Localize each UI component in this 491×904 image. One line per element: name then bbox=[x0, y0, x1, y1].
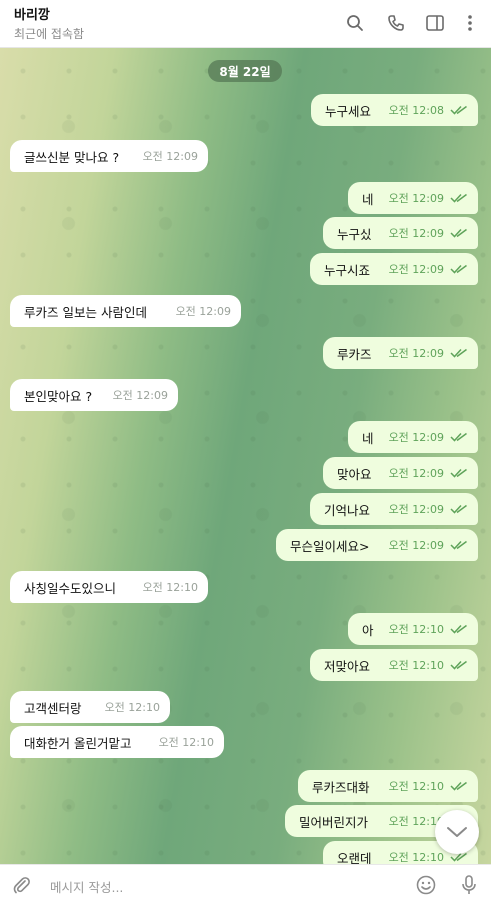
message-time: 오전 12:10 bbox=[388, 780, 444, 793]
phone-icon[interactable] bbox=[385, 12, 407, 34]
double-check-icon bbox=[450, 624, 467, 634]
message-text: 누구세요 bbox=[325, 103, 372, 119]
message-time: 오전 12:09 bbox=[388, 467, 444, 480]
message-time: 오전 12:09 bbox=[175, 305, 231, 318]
contact-name[interactable]: 바리깡 bbox=[14, 4, 50, 23]
chat-area[interactable]: 8월 22일 누구세요 오전 12:08 글쓰신분 맞나요 ? 오전 12:09 네 오전… bbox=[0, 48, 491, 864]
message-text: 사칭일수도있으니 bbox=[24, 580, 117, 596]
message-text: 본인맞아요 ? bbox=[24, 388, 93, 404]
double-check-icon bbox=[450, 504, 467, 514]
outgoing-message[interactable]: 맞아요 오전 12:09 bbox=[323, 457, 478, 489]
message-text: 루카즈대화 bbox=[312, 779, 370, 795]
sidebar-icon[interactable] bbox=[424, 12, 446, 34]
outgoing-message[interactable]: 기억나요 오전 12:09 bbox=[310, 493, 478, 525]
date-separator: 8월 22일 bbox=[208, 60, 282, 82]
message-time: 오전 12:09 bbox=[142, 150, 198, 163]
incoming-message[interactable]: 본인맞아요 ? 오전 12:09 bbox=[10, 379, 178, 411]
message-time: 오전 12:09 bbox=[388, 431, 444, 444]
message-time: 오전 12:10 bbox=[388, 659, 444, 672]
message-text: 저맞아요 bbox=[324, 658, 371, 674]
incoming-message[interactable]: 글쓰신분 맞나요 ? 오전 12:09 bbox=[10, 140, 208, 172]
double-check-icon bbox=[450, 540, 467, 550]
double-check-icon bbox=[450, 228, 467, 238]
attach-icon[interactable] bbox=[10, 874, 32, 896]
message-text: 누구싰 bbox=[337, 226, 372, 242]
chat-header: 바리깡 최근에 접속함 bbox=[0, 0, 491, 48]
message-text: 대화한거 올린거맡고 bbox=[24, 735, 132, 751]
message-time: 오전 12:10 bbox=[158, 736, 214, 749]
message-text: 누구시죠 bbox=[324, 262, 371, 278]
message-text: 아 bbox=[362, 622, 374, 638]
outgoing-message[interactable]: 저맞아요 오전 12:10 bbox=[310, 649, 478, 681]
message-time: 오전 12:09 bbox=[388, 347, 444, 360]
outgoing-message[interactable]: 네 오전 12:09 bbox=[348, 421, 478, 453]
message-text: 네 bbox=[362, 430, 374, 446]
chevron-down-icon bbox=[447, 827, 467, 837]
message-text: 오랜데 bbox=[337, 850, 372, 865]
double-check-icon bbox=[450, 432, 467, 442]
message-input[interactable]: 메시지 작성... bbox=[50, 877, 123, 896]
double-check-icon bbox=[450, 660, 467, 670]
message-text: 루카즈 bbox=[337, 346, 372, 362]
emoji-icon[interactable] bbox=[415, 874, 437, 896]
message-time: 오전 12:09 bbox=[388, 192, 444, 205]
incoming-message[interactable]: 사칭일수도있으니 오전 12:10 bbox=[10, 571, 208, 603]
outgoing-message[interactable]: 누구싰 오전 12:09 bbox=[323, 217, 478, 249]
message-text: 네 bbox=[362, 191, 374, 207]
message-time: 오전 12:08 bbox=[388, 104, 444, 117]
incoming-message[interactable]: 루카즈 일보는 사람인데 오전 12:09 bbox=[10, 295, 241, 327]
mic-icon[interactable] bbox=[458, 874, 480, 896]
outgoing-message[interactable]: 누구세요 오전 12:08 bbox=[311, 94, 478, 126]
message-text: 루카즈 일보는 사람인데 bbox=[24, 304, 147, 320]
message-text: 글쓰신분 맞나요 ? bbox=[24, 149, 120, 165]
outgoing-message[interactable]: 네 오전 12:09 bbox=[348, 182, 478, 214]
outgoing-message[interactable]: 아 오전 12:10 bbox=[348, 613, 478, 645]
double-check-icon bbox=[450, 193, 467, 203]
message-text: 무슨일이세요> bbox=[290, 538, 370, 554]
outgoing-message[interactable]: 무슨일이세요> 오전 12:09 bbox=[276, 529, 478, 561]
message-text: 기억나요 bbox=[324, 502, 371, 518]
message-text: 맞아요 bbox=[337, 466, 372, 482]
outgoing-message[interactable]: 루카즈 오전 12:09 bbox=[323, 337, 478, 369]
message-time: 오전 12:09 bbox=[388, 539, 444, 552]
message-composer: 메시지 작성... bbox=[0, 864, 491, 904]
scroll-down-button[interactable] bbox=[435, 810, 479, 854]
message-text: 고객센터랑 bbox=[24, 700, 82, 716]
message-time: 오전 12:10 bbox=[388, 851, 444, 864]
double-check-icon bbox=[450, 348, 467, 358]
double-check-icon bbox=[450, 468, 467, 478]
double-check-icon bbox=[450, 781, 467, 791]
search-icon[interactable] bbox=[344, 12, 366, 34]
message-time: 오전 12:09 bbox=[388, 263, 444, 276]
message-time: 오전 12:09 bbox=[388, 503, 444, 516]
double-check-icon bbox=[450, 105, 467, 115]
message-time: 오전 12:09 bbox=[388, 227, 444, 240]
incoming-message[interactable]: 고객센터랑 오전 12:10 bbox=[10, 691, 170, 723]
outgoing-message[interactable]: 누구시죠 오전 12:09 bbox=[310, 253, 478, 285]
message-time: 오전 12:10 bbox=[142, 581, 198, 594]
message-text: 밀어버린지가 bbox=[299, 814, 369, 830]
contact-status: 최근에 접속함 bbox=[14, 27, 85, 41]
more-icon[interactable] bbox=[459, 12, 481, 34]
message-time: 오전 12:10 bbox=[388, 623, 444, 636]
message-time: 오전 12:09 bbox=[112, 389, 168, 402]
incoming-message[interactable]: 대화한거 올린거맡고 오전 12:10 bbox=[10, 726, 224, 758]
message-time: 오전 12:10 bbox=[104, 701, 160, 714]
outgoing-message[interactable]: 루카즈대화 오전 12:10 bbox=[298, 770, 478, 802]
double-check-icon bbox=[450, 264, 467, 274]
